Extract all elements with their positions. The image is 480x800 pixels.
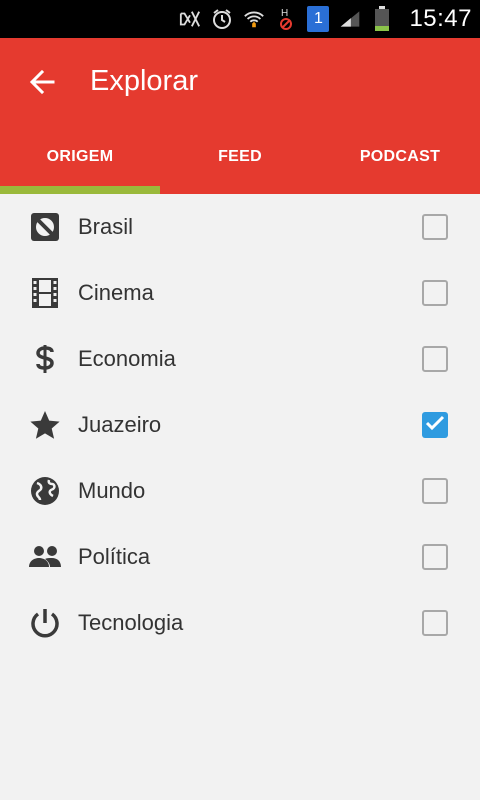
tab-indicator — [0, 186, 160, 194]
list-item-label: Brasil — [78, 214, 134, 239]
dollar-icon — [28, 342, 62, 376]
list-item-brasil[interactable]: Brasil — [0, 194, 480, 260]
sim-label: 1 — [313, 10, 323, 27]
list-item-label: Mundo — [78, 478, 146, 503]
signal-icon — [339, 8, 361, 30]
film-icon — [28, 276, 62, 310]
tab-podcast[interactable]: PODCAST — [320, 120, 480, 194]
checkbox-checked[interactable] — [422, 412, 448, 438]
battery-icon — [371, 6, 393, 31]
checkbox[interactable] — [422, 346, 448, 372]
list-item-label: Cinema — [78, 280, 154, 305]
page-title: Explorar — [90, 65, 198, 97]
list-item-mundo[interactable]: Mundo — [0, 458, 480, 524]
tab-origem[interactable]: ORIGEM — [0, 120, 160, 194]
mute-icon — [179, 8, 201, 30]
list-item-cinema[interactable]: Cinema — [0, 260, 480, 326]
list-item-label: Política — [78, 544, 151, 569]
people-icon — [28, 540, 62, 574]
checkbox[interactable] — [422, 214, 448, 240]
list-item-politica[interactable]: Política — [0, 524, 480, 590]
tab-bar: ORIGEM FEED PODCAST — [0, 120, 480, 194]
list-item-label: Juazeiro — [78, 412, 162, 437]
h-data-icon: H — [275, 8, 297, 30]
checkbox[interactable] — [422, 478, 448, 504]
status-time: 15:47 — [409, 5, 472, 32]
tab-label: PODCAST — [359, 148, 441, 165]
globe-icon — [28, 474, 62, 508]
list-item-label: Tecnologia — [78, 610, 184, 635]
check-icon — [425, 415, 445, 435]
list-item-juazeiro[interactable]: Juazeiro — [0, 392, 480, 458]
tab-label: FEED — [218, 148, 262, 165]
power-icon — [28, 606, 62, 640]
checkbox[interactable] — [422, 544, 448, 570]
soccer-ball-icon — [28, 210, 62, 244]
svg-text:H: H — [281, 8, 288, 19]
sim-icon: 1 — [307, 6, 330, 32]
status-bar: H 1 15:47 — [0, 0, 480, 38]
wifi-icon — [243, 8, 265, 30]
checkbox[interactable] — [422, 280, 448, 306]
list-item-economia[interactable]: Economia — [0, 326, 480, 392]
alarm-icon — [211, 8, 233, 30]
app-bar: Explorar ORIGEM FEED PODCAST — [0, 38, 480, 194]
checkbox[interactable] — [422, 610, 448, 636]
list-item-tecnologia[interactable]: Tecnologia — [0, 590, 480, 656]
tab-feed[interactable]: FEED — [160, 120, 320, 194]
back-button[interactable] — [18, 60, 66, 108]
list-item-label: Economia — [78, 346, 176, 371]
tab-label: ORIGEM — [46, 148, 114, 165]
category-list: Brasil Cinema Economia Juazeiro Mundo Po… — [0, 194, 480, 656]
arrow-back-icon — [29, 69, 55, 99]
star-icon — [28, 408, 62, 442]
